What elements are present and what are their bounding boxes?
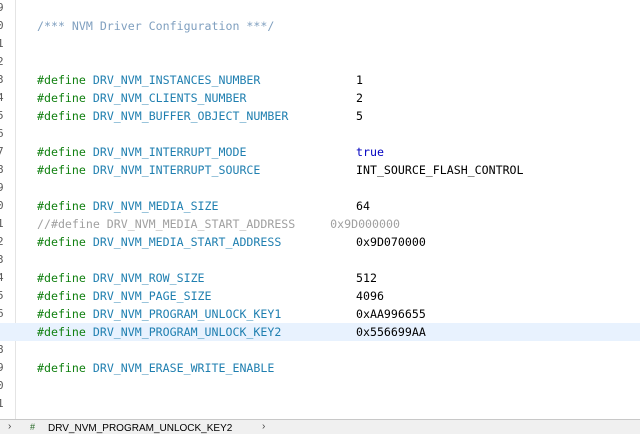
macro-value: 5 bbox=[356, 109, 363, 123]
breadcrumb-item-current-macro[interactable]: DRV_NVM_PROGRAM_UNLOCK_KEY2 bbox=[48, 423, 232, 434]
macro-value: 512 bbox=[356, 271, 377, 285]
preprocessor-keyword: #define bbox=[37, 73, 86, 87]
define-directive: #define DRV_NVM_INTERRUPT_SOURCE bbox=[37, 161, 260, 179]
preprocessor-keyword: #define bbox=[37, 307, 86, 321]
macro-value: 0x9D070000 bbox=[356, 235, 426, 249]
code-line[interactable] bbox=[0, 251, 640, 269]
macro-value: 0xAA996655 bbox=[356, 307, 426, 321]
code-line[interactable]: #define DRV_NVM_MEDIA_SIZE 64 bbox=[0, 197, 640, 215]
macro-name: DRV_NVM_INSTANCES_NUMBER bbox=[92, 73, 261, 87]
macro-value: 1 bbox=[356, 73, 363, 87]
define-directive: #define DRV_NVM_ERASE_WRITE_ENABLE bbox=[37, 359, 274, 377]
macro-name: DRV_NVM_MEDIA_START_ADDRESS bbox=[92, 235, 282, 249]
macro-name: DRV_NVM_PAGE_SIZE bbox=[92, 289, 212, 303]
code-line[interactable]: //#define DRV_NVM_MEDIA_START_ADDRESS 0x… bbox=[0, 215, 640, 233]
code-line[interactable] bbox=[0, 0, 640, 17]
code-editor[interactable]: 90123456789012345678901 /*** NVM Driver … bbox=[0, 0, 640, 419]
define-directive: #define DRV_NVM_CLIENTS_NUMBER bbox=[37, 89, 246, 107]
define-directive: #define DRV_NVM_MEDIA_SIZE bbox=[37, 197, 219, 215]
define-directive: #define DRV_NVM_BUFFER_OBJECT_NUMBER bbox=[37, 107, 288, 125]
code-line[interactable]: #define DRV_NVM_PROGRAM_UNLOCK_KEY1 0xAA9… bbox=[0, 305, 640, 323]
code-line[interactable] bbox=[0, 35, 640, 53]
code-line[interactable]: /*** NVM Driver Configuration ***/ bbox=[0, 17, 640, 35]
macro-name: DRV_NVM_INTERRUPT_SOURCE bbox=[92, 163, 261, 177]
macro-name: DRV_NVM_MEDIA_SIZE bbox=[92, 199, 219, 213]
code-line[interactable]: #define DRV_NVM_MEDIA_START_ADDRESS 0x9D0… bbox=[0, 233, 640, 251]
macro-name: DRV_NVM_PROGRAM_UNLOCK_KEY1 bbox=[92, 307, 282, 321]
code-line[interactable]: #define DRV_NVM_INTERRUPT_SOURCE INT_SOUR… bbox=[0, 161, 640, 179]
preprocessor-keyword: #define bbox=[37, 163, 86, 177]
macro-value: 4096 bbox=[356, 289, 384, 303]
breadcrumb-separator: › bbox=[8, 421, 12, 432]
code-line[interactable] bbox=[0, 179, 640, 197]
code-line[interactable]: #define DRV_NVM_PAGE_SIZE 4096 bbox=[0, 287, 640, 305]
code-line[interactable] bbox=[0, 377, 640, 395]
preprocessor-keyword: #define bbox=[37, 91, 86, 105]
macro-name: DRV_NVM_CLIENTS_NUMBER bbox=[92, 91, 247, 105]
preprocessor-keyword: #define bbox=[37, 235, 86, 249]
code-line[interactable]: #define DRV_NVM_BUFFER_OBJECT_NUMBER 5 bbox=[0, 107, 640, 125]
define-directive: #define DRV_NVM_ROW_SIZE bbox=[37, 269, 205, 287]
code-line[interactable] bbox=[0, 125, 640, 143]
define-directive: #define DRV_NVM_PROGRAM_UNLOCK_KEY1 bbox=[37, 305, 281, 323]
macro-value: INT_SOURCE_FLASH_CONTROL bbox=[356, 163, 524, 177]
code-line[interactable]: #define DRV_NVM_ROW_SIZE 512 bbox=[0, 269, 640, 287]
macro-name: DRV_NVM_BUFFER_OBJECT_NUMBER bbox=[92, 109, 289, 123]
navigation-breadcrumb-bar: › # DRV_NVM_PROGRAM_UNLOCK_KEY2 › bbox=[0, 419, 640, 434]
code-line[interactable]: #define DRV_NVM_INTERRUPT_MODE true bbox=[0, 143, 640, 161]
macro-value: 64 bbox=[356, 199, 370, 213]
code-line[interactable]: #define DRV_NVM_INSTANCES_NUMBER 1 bbox=[0, 71, 640, 89]
preprocessor-keyword: #define bbox=[37, 361, 86, 375]
preprocessor-keyword: #define bbox=[37, 145, 86, 159]
code-comment: /*** NVM Driver Configuration ***/ bbox=[37, 19, 275, 33]
define-directive: #define DRV_NVM_PROGRAM_UNLOCK_KEY2 bbox=[37, 323, 281, 341]
preprocessor-keyword: #define bbox=[37, 289, 86, 303]
preprocessor-keyword: #define bbox=[37, 271, 86, 285]
code-line[interactable]: #define DRV_NVM_ERASE_WRITE_ENABLE bbox=[0, 359, 640, 377]
define-directive: #define DRV_NVM_PAGE_SIZE bbox=[37, 287, 212, 305]
preprocessor-keyword: #define bbox=[37, 109, 86, 123]
code-line-current[interactable]: #define DRV_NVM_PROGRAM_UNLOCK_KEY2 0x556… bbox=[0, 323, 640, 341]
macro-value: 2 bbox=[356, 91, 363, 105]
code-line[interactable]: #define DRV_NVM_CLIENTS_NUMBER 2 bbox=[0, 89, 640, 107]
code-line[interactable] bbox=[0, 341, 640, 359]
preprocessor-keyword: #define bbox=[37, 325, 86, 339]
macro-name: DRV_NVM_INTERRUPT_MODE bbox=[92, 145, 247, 159]
define-directive: #define DRV_NVM_INTERRUPT_MODE bbox=[37, 143, 246, 161]
macro-name: DRV_NVM_ERASE_WRITE_ENABLE bbox=[92, 361, 275, 375]
code-line[interactable] bbox=[0, 53, 640, 71]
define-directive: #define DRV_NVM_INSTANCES_NUMBER bbox=[37, 71, 260, 89]
macro-name: DRV_NVM_PROGRAM_UNLOCK_KEY2 bbox=[92, 325, 282, 339]
macro-value: 0x556699AA bbox=[356, 325, 426, 339]
macro-value: true bbox=[356, 145, 384, 159]
define-directive: #define DRV_NVM_MEDIA_START_ADDRESS bbox=[37, 233, 281, 251]
disabled-code: //#define DRV_NVM_MEDIA_START_ADDRESS 0x… bbox=[37, 217, 400, 231]
preprocessor-keyword: #define bbox=[37, 199, 86, 213]
breadcrumb-separator: › bbox=[262, 421, 266, 432]
code-line[interactable] bbox=[0, 395, 640, 413]
macro-icon: # bbox=[30, 422, 36, 432]
macro-name: DRV_NVM_ROW_SIZE bbox=[92, 271, 205, 285]
